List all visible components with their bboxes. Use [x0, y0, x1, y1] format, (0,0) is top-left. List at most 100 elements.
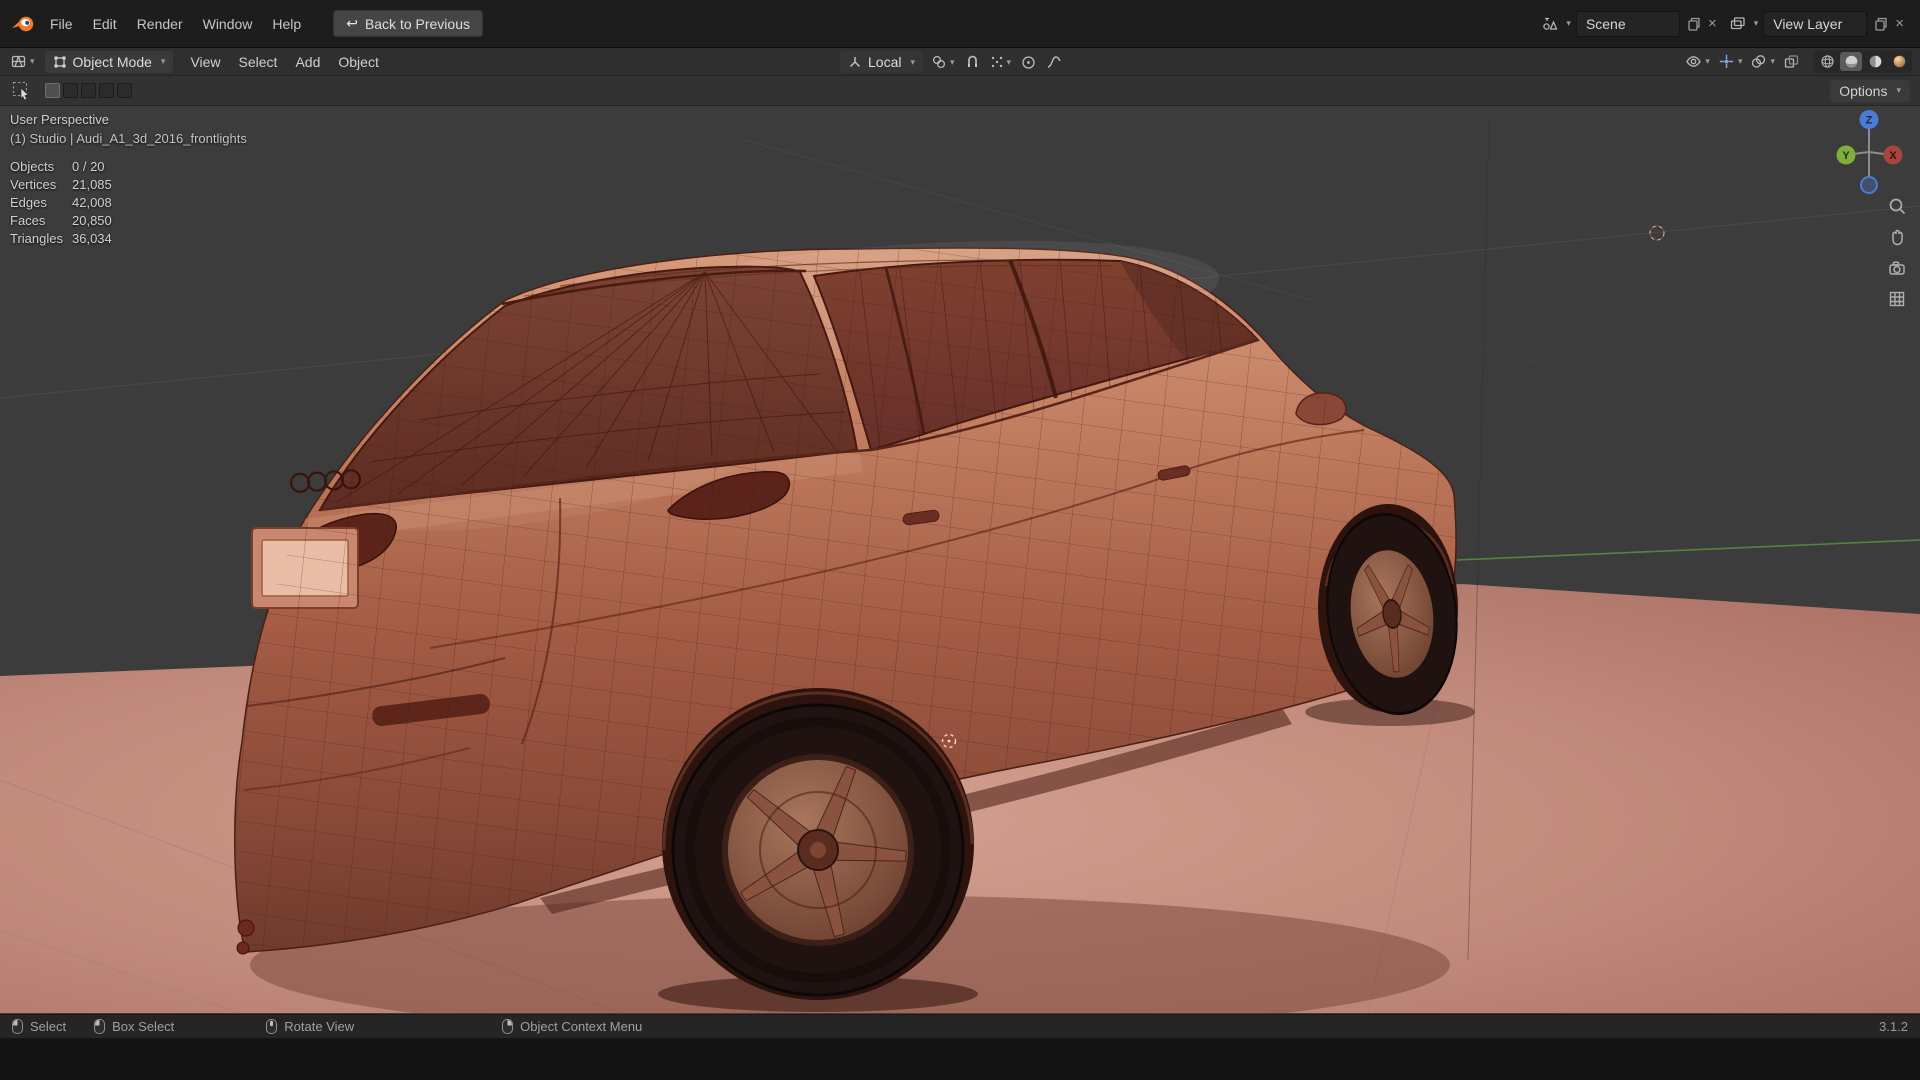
select-mode-intersect[interactable] — [117, 83, 132, 98]
scene-selector: ▾ Scene × — [1541, 10, 1719, 37]
stat-objects: Objects 0 / 20 — [10, 159, 105, 174]
stat-triangles: Triangles 36,034 — [10, 231, 112, 246]
window-bottom-strip — [0, 1039, 1920, 1080]
statusbar: Select Box Select Rotate View Object Con… — [0, 1014, 1920, 1038]
navigation-gizmo[interactable]: Z Y X — [1827, 110, 1911, 194]
mouse-left-icon — [12, 1019, 23, 1034]
view-layer-name-field[interactable]: View Layer — [1763, 10, 1868, 37]
menu-add[interactable]: Add — [286, 50, 329, 74]
scene-canvas[interactable] — [0, 76, 1920, 1014]
options-dropdown[interactable]: Options ▾ — [1830, 79, 1910, 102]
hint-select: Select — [12, 1019, 66, 1034]
pan-tool-icon[interactable] — [1886, 226, 1908, 248]
shading-mode-group — [1814, 50, 1912, 73]
shading-wireframe-button[interactable] — [1816, 52, 1838, 71]
select-mode-extend[interactable] — [63, 83, 78, 98]
camera-view-icon[interactable] — [1886, 257, 1908, 279]
menu-view[interactable]: View — [181, 50, 229, 74]
gizmo-z-label: Z — [1866, 115, 1873, 127]
transform-orientation-dropdown[interactable]: Local ▾ — [840, 51, 923, 73]
active-tool-icon[interactable] — [10, 79, 33, 102]
zoom-tool-icon[interactable] — [1886, 195, 1908, 217]
object-visibility-dropdown[interactable]: ▾ — [1683, 52, 1712, 71]
hint-rotate-view: Rotate View — [266, 1019, 354, 1034]
view-layer-selector: ▾ View Layer × — [1729, 10, 1906, 37]
blender-version: 3.1.2 — [1879, 1019, 1908, 1034]
view-layer-icon[interactable] — [1729, 15, 1746, 32]
mode-label: Object Mode — [72, 53, 152, 70]
select-mode-new[interactable] — [45, 83, 60, 98]
proportional-editing-toggle[interactable] — [1019, 53, 1038, 72]
remove-view-layer-icon[interactable]: × — [1893, 15, 1906, 32]
select-mode-invert[interactable] — [99, 83, 114, 98]
overlays-caret-icon: ▾ — [1770, 56, 1775, 66]
blender-window: File Edit Render Window Help ↩ Back to P… — [0, 0, 1920, 1080]
options-caret-icon: ▾ — [1896, 85, 1901, 95]
select-mode-options — [45, 83, 132, 98]
snap-settings-dropdown[interactable]: ▾ — [988, 53, 1014, 71]
visibility-caret-icon: ▾ — [1705, 56, 1710, 66]
topbar-right: ▾ Scene × ▾ View Layer × — [1541, 10, 1910, 37]
view-layer-caret-icon[interactable]: ▾ — [1754, 18, 1759, 29]
hint-box-select: Box Select — [94, 1019, 174, 1034]
unlink-scene-icon[interactable]: × — [1706, 15, 1719, 32]
view-perspective-label: User Perspective — [10, 112, 109, 127]
mode-dropdown[interactable]: Object Mode ▾ — [44, 50, 174, 73]
xray-toggle[interactable] — [1781, 52, 1802, 71]
show-overlays-dropdown[interactable]: ▾ — [1748, 52, 1777, 71]
scene-name-field[interactable]: Scene — [1575, 10, 1680, 37]
scene-collection-label: (1) Studio | Audi_A1_3d_2016_frontlights — [10, 131, 247, 146]
editor-type-caret-icon: ▾ — [30, 56, 35, 66]
new-view-layer-icon[interactable] — [1872, 16, 1888, 32]
ortho-toggle-icon[interactable] — [1886, 288, 1908, 310]
stat-vertices: Vertices 21,085 — [10, 177, 112, 192]
menu-help[interactable]: Help — [262, 11, 311, 37]
orientation-caret-icon: ▾ — [910, 56, 915, 67]
gizmo-caret-icon: ▾ — [1737, 56, 1743, 66]
menu-file[interactable]: File — [40, 11, 83, 37]
viewport-info-overlay: User Perspective (1) Studio | Audi_A1_3d… — [10, 110, 247, 248]
mouse-right-icon — [502, 1019, 514, 1034]
pivot-point-dropdown[interactable]: ▾ — [929, 52, 957, 72]
tool-settings-bar: Options ▾ — [0, 76, 1920, 106]
select-mode-subtract[interactable] — [81, 83, 96, 98]
mode-caret-icon: ▾ — [160, 56, 166, 66]
scene-icon[interactable] — [1541, 15, 1558, 32]
header-center-controls: Local ▾ ▾ ▾ — [840, 48, 1064, 76]
pivot-caret-icon: ▾ — [950, 56, 955, 67]
menu-render[interactable]: Render — [127, 11, 193, 37]
blender-logo-icon[interactable] — [10, 13, 36, 35]
viewport-3d[interactable]: Options ▾ User Perspective (1) Studio | … — [0, 76, 1920, 1014]
new-scene-icon[interactable] — [1685, 16, 1701, 32]
proportional-falloff-icon[interactable] — [1044, 53, 1064, 71]
back-to-previous-button[interactable]: ↩ Back to Previous — [333, 10, 483, 37]
orientation-label: Local — [868, 54, 902, 70]
menu-select[interactable]: Select — [230, 50, 287, 74]
gizmo-z-negative — [1860, 176, 1878, 194]
stat-edges: Edges 42,008 — [10, 195, 112, 210]
gizmo-x-label: X — [1889, 150, 1897, 162]
stat-faces: Faces 20,850 — [10, 213, 112, 228]
gizmo-y-label: Y — [1842, 150, 1850, 162]
snap-toggle[interactable] — [963, 53, 982, 72]
shading-material-button[interactable] — [1864, 52, 1886, 71]
show-gizmo-dropdown[interactable]: ▾ — [1716, 51, 1745, 72]
hint-object-context-menu: Object Context Menu — [502, 1019, 642, 1034]
header-right-controls: ▾ ▾ ▾ — [1683, 50, 1912, 73]
topbar: File Edit Render Window Help ↩ Back to P… — [0, 0, 1920, 48]
mouse-middle-icon — [266, 1019, 278, 1034]
viewport-header: ▾ Object Mode ▾ View Select Add Object L… — [0, 48, 1920, 76]
menu-object[interactable]: Object — [329, 50, 387, 74]
scene-selector-caret-icon[interactable]: ▾ — [1566, 18, 1571, 29]
back-to-previous-label: Back to Previous — [364, 15, 470, 32]
menu-window[interactable]: Window — [193, 11, 263, 37]
statistics-overlay: Objects 0 / 20 Vertices 21,085 Edges 42,… — [10, 158, 247, 248]
menu-edit[interactable]: Edit — [83, 11, 127, 37]
options-label: Options — [1839, 82, 1888, 99]
back-arrow-icon: ↩ — [346, 15, 358, 31]
viewport-nav-tools — [1886, 195, 1908, 310]
editor-type-dropdown[interactable]: ▾ — [8, 51, 37, 72]
mouse-left-drag-icon — [94, 1019, 106, 1034]
shading-solid-button[interactable] — [1840, 52, 1862, 71]
shading-rendered-button[interactable] — [1888, 52, 1910, 71]
